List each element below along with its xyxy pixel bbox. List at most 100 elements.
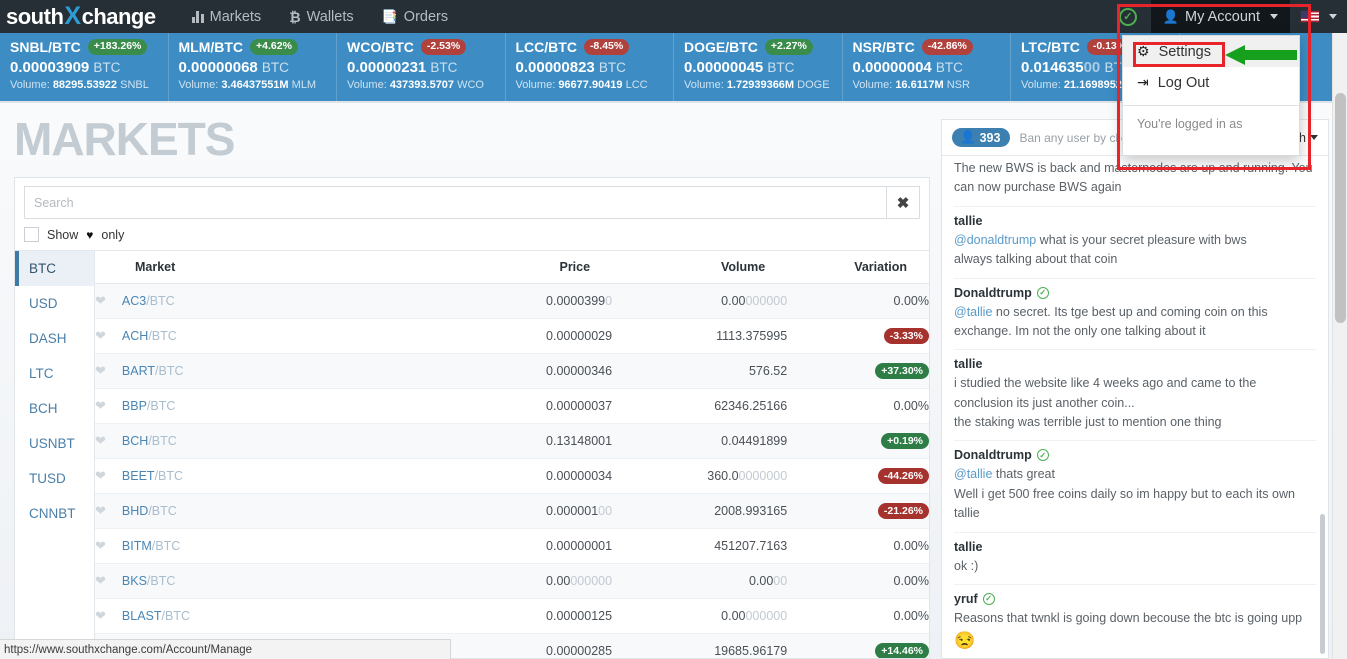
chat-message-author[interactable]: tallie	[954, 357, 1316, 371]
verified-check-icon: ✓	[982, 592, 995, 605]
favorite-heart-icon[interactable]: ❤	[95, 538, 106, 553]
ticker-item[interactable]: WCO/BTC -2.53% 0.00000231 BTC Volume: 437…	[337, 33, 506, 101]
chat-message-author[interactable]: Donaldtrump ✓	[954, 448, 1316, 462]
page-scrollbar[interactable]	[1332, 33, 1347, 659]
ticker-unit: BTC	[261, 60, 289, 75]
currency-filter-usnbt[interactable]: USNBT	[15, 426, 94, 461]
column-header-volume[interactable]: Volume	[612, 251, 788, 284]
table-row[interactable]: ❤ AC3/BTC 0.00003990 0.00000000 0.00%	[95, 283, 929, 319]
chat-message-list[interactable]: Donaldtrump ✓ The new BWS is back and mast…	[942, 156, 1328, 658]
cell-volume: 0.00000000	[612, 598, 788, 634]
column-header-market[interactable]: Market	[95, 251, 446, 284]
cell-market: ❤ BITM/BTC	[95, 528, 446, 564]
favorite-heart-icon[interactable]: ❤	[95, 608, 106, 623]
chat-author-name: tallie	[954, 539, 983, 554]
chat-message: tallie ok :)	[954, 533, 1316, 585]
column-header-variation[interactable]: Variation	[787, 251, 929, 284]
table-row[interactable]: ❤ BHD/BTC 0.00000100 2008.993165 -21.26%	[95, 493, 929, 529]
variation-badge: +37.30%	[875, 363, 929, 379]
chat-message-author[interactable]: yruf ✓	[954, 592, 1316, 606]
ticker-volume-unit: DOGE	[797, 79, 830, 91]
chat-mention-link[interactable]: @tallie	[954, 467, 992, 481]
my-account-menu-button[interactable]: 👤 My Account	[1150, 0, 1290, 33]
market-base: /BTC	[161, 609, 190, 623]
ticker-item[interactable]: SNBL/BTC +183.26% 0.00003909 BTC Volume: …	[0, 33, 169, 101]
currency-filter-cnnbt[interactable]: CNNBT	[15, 496, 94, 531]
market-base: /BTC	[148, 434, 177, 448]
favorite-heart-icon[interactable]: ❤	[95, 293, 106, 308]
my-account-label: My Account	[1185, 8, 1260, 25]
nav-item-wallets[interactable]: ₿ Wallets	[275, 0, 367, 33]
language-flag-selector[interactable]	[1290, 0, 1347, 33]
table-row[interactable]: ❤ BBP/BTC 0.00000037 62346.25166 0.00%	[95, 388, 929, 424]
variation-value: 0.00%	[893, 399, 929, 413]
chat-message-text: Reasons that twnkl is going down becouse…	[954, 610, 1303, 625]
heart-icon: ♥	[86, 227, 94, 242]
ticker-item[interactable]: LCC/BTC -8.45% 0.00000823 BTC Volume: 966…	[506, 33, 674, 101]
currency-filter-dash[interactable]: DASH	[15, 321, 94, 356]
chat-scrollbar-thumb[interactable]	[1320, 514, 1325, 654]
table-row[interactable]: ❤ BART/BTC 0.00000346 576.52 +37.30%	[95, 353, 929, 389]
favorite-heart-icon[interactable]: ❤	[95, 363, 106, 378]
chat-message-author[interactable]: tallie	[954, 540, 1316, 554]
market-link[interactable]: BCH/BTC	[122, 434, 177, 448]
ticker-price-dim: 00	[1083, 59, 1101, 76]
clear-search-button[interactable]: ✖	[886, 186, 920, 219]
favorite-heart-icon[interactable]: ❤	[95, 328, 106, 343]
market-link[interactable]: BKS/BTC	[122, 574, 176, 588]
table-row[interactable]: ❤ BITM/BTC 0.00000001 451207.7163 0.00%	[95, 528, 929, 564]
chat-message-author[interactable]: Donaldtrump ✓	[954, 286, 1316, 300]
variation-value: 0.00%	[893, 294, 929, 308]
market-base: /BTC	[151, 539, 181, 553]
chat-message-author[interactable]: tallie	[954, 214, 1316, 228]
logged-in-note: You're logged in as	[1137, 117, 1243, 131]
favorite-heart-icon[interactable]: ❤	[95, 398, 106, 413]
nav-item-wallets-label: Wallets	[306, 8, 354, 25]
show-favorites-checkbox[interactable]	[24, 227, 39, 242]
site-logo[interactable]: south Xchange	[6, 2, 156, 31]
table-row[interactable]: ❤ BLAST/BTC 0.00000125 0.00000000 0.00%	[95, 598, 929, 634]
table-row[interactable]: ❤ BKS/BTC 0.00000000 0.0000 0.00%	[95, 563, 929, 599]
currency-filter-bch[interactable]: BCH	[15, 391, 94, 426]
currency-filter-btc[interactable]: BTC	[15, 251, 94, 286]
currency-filter-usd[interactable]: USD	[15, 286, 94, 321]
ticker-pair: LCC/BTC	[515, 39, 577, 55]
column-header-price[interactable]: Price	[445, 251, 613, 284]
market-link[interactable]: BITM/BTC	[122, 539, 180, 553]
chat-mention-link[interactable]: @donaldtrump	[954, 233, 1036, 247]
market-link[interactable]: BLAST/BTC	[122, 609, 190, 623]
ticker-volume: 437393.5707	[389, 79, 455, 91]
cell-variation: 0.00%	[787, 563, 929, 599]
favorite-heart-icon[interactable]: ❤	[95, 503, 106, 518]
ticker-pair: NSR/BTC	[852, 39, 915, 55]
table-row[interactable]: ❤ BCH/BTC 0.13148001 0.04491899 +0.19%	[95, 423, 929, 459]
table-row[interactable]: ❤ ACH/BTC 0.00000029 1113.375995 -3.33%	[95, 318, 929, 354]
chat-mention-link[interactable]: @tallie	[954, 305, 992, 319]
currency-filter-tusd[interactable]: TUSD	[15, 461, 94, 496]
ticker-item[interactable]: NSR/BTC -42.86% 0.00000004 BTC Volume: 16…	[843, 33, 1011, 101]
ticker-item[interactable]: MLM/BTC +4.62% 0.00000068 BTC Volume: 3.4…	[169, 33, 337, 101]
chat-panel: 👤 393 Ban any user by clicking ish Donal…	[941, 119, 1329, 659]
market-link[interactable]: AC3/BTC	[122, 294, 175, 308]
market-link[interactable]: BBP/BTC	[122, 399, 176, 413]
ticker-item[interactable]: DOGE/BTC +2.27% 0.00000045 BTC Volume: 1.…	[674, 33, 843, 101]
page-scrollbar-thumb[interactable]	[1335, 93, 1346, 323]
market-link[interactable]: ACH/BTC	[122, 329, 177, 343]
ticker-volume-label: Volume:	[852, 79, 893, 91]
favorite-heart-icon[interactable]: ❤	[95, 468, 106, 483]
currency-filter-ltc[interactable]: LTC	[15, 356, 94, 391]
cell-price: 0.00000037	[445, 388, 613, 424]
market-link[interactable]: BHD/BTC	[122, 504, 177, 518]
chat-message: yruf ✓ Reasons that twnkl is going down be…	[954, 585, 1316, 658]
nav-item-orders[interactable]: 📑 Orders	[368, 0, 463, 33]
favorite-heart-icon[interactable]: ❤	[95, 573, 106, 588]
table-row[interactable]: ❤ BEET/BTC 0.00000034 360.00000000 -44.26%	[95, 458, 929, 494]
menu-item-logout[interactable]: ⇥ Log Out	[1123, 67, 1299, 98]
ticker-change-badge: +4.62%	[250, 39, 298, 55]
favorite-heart-icon[interactable]: ❤	[95, 433, 106, 448]
search-input[interactable]	[24, 186, 886, 219]
market-link[interactable]: BART/BTC	[122, 364, 184, 378]
nav-item-markets[interactable]: Markets	[178, 0, 276, 33]
chat-message-text: The new BWS is back and masternodes are …	[954, 161, 1313, 195]
market-link[interactable]: BEET/BTC	[122, 469, 183, 483]
